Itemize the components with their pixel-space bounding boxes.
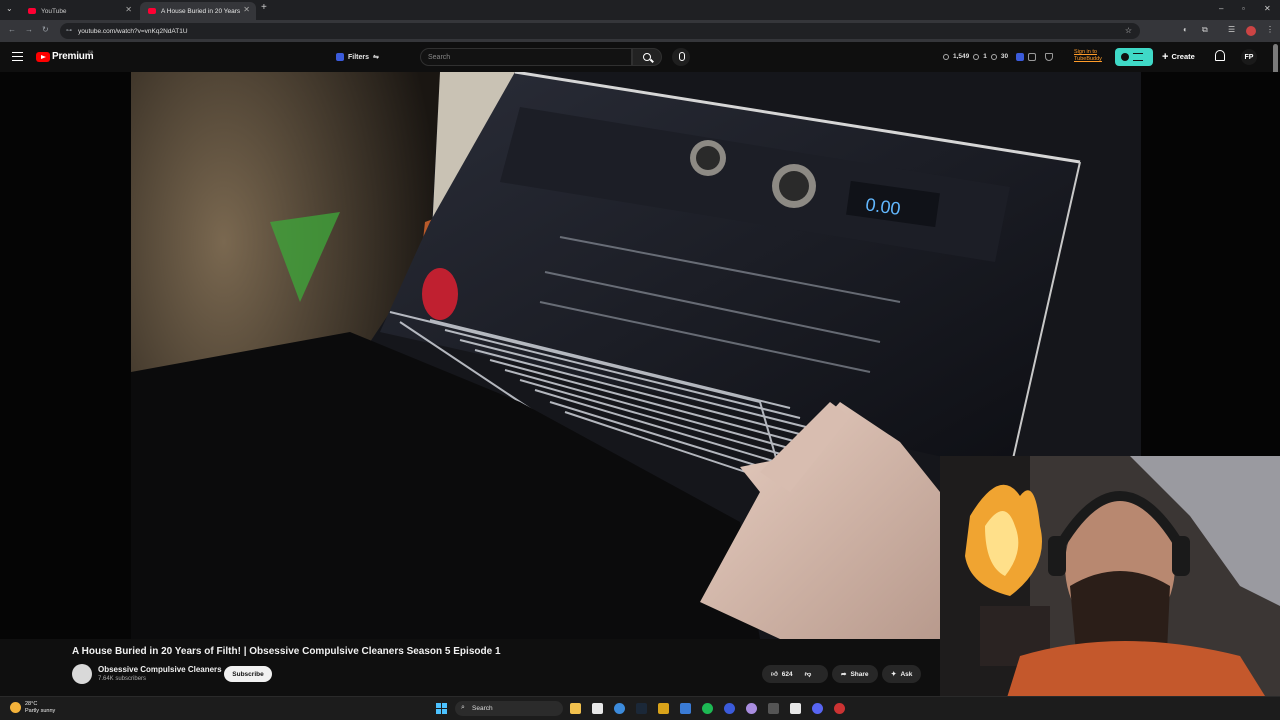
tab-youtube[interactable]: YouTube ✕ (20, 2, 138, 20)
stat-three: 30 (1000, 53, 1009, 60)
stat-watched: 1,549 (953, 53, 970, 60)
spotify-icon[interactable] (702, 703, 713, 714)
back-icon[interactable]: ← (8, 25, 16, 34)
shield-icon[interactable] (1045, 53, 1053, 61)
tubebuddy-signin-link[interactable]: Sign in to TubeBuddy (1074, 49, 1102, 63)
search-icon (643, 53, 651, 61)
search-placeholder: Search (428, 53, 451, 61)
thumbs-down-icon[interactable]: 👎︎ (805, 670, 812, 678)
tab-video[interactable]: A House Buried in 20 Years ✕ (140, 2, 256, 20)
site-info-icon[interactable]: ⊶ (66, 27, 72, 34)
tab-list-icon[interactable]: ⌄ (6, 4, 13, 13)
discord-icon[interactable] (812, 703, 823, 714)
share-label: Share (850, 670, 869, 678)
file-explorer-icon[interactable] (570, 703, 581, 714)
app-icon-red[interactable] (834, 703, 845, 714)
ask-button[interactable]: ✦ Ask (882, 665, 922, 683)
weather-condition: Partly sunny (25, 707, 56, 714)
app-icon-blue[interactable] (724, 703, 735, 714)
signin-line-1: Sign in to (1074, 49, 1097, 55)
account-avatar[interactable]: FP (1241, 49, 1257, 65)
taskbar-search-label: Search (472, 705, 493, 712)
profile-avatar[interactable] (1246, 26, 1256, 36)
maximize-icon[interactable]: ▫ (1242, 4, 1245, 13)
signin-line-2: TubeBuddy (1074, 56, 1102, 62)
youtube-logo-icon[interactable] (36, 52, 50, 62)
plus-icon: + (1162, 51, 1169, 63)
start-button-icon[interactable] (436, 703, 447, 714)
voice-search-button[interactable] (672, 48, 690, 66)
url-field[interactable]: ⊶ youtube.com/watch?v=vnKq2NdAT1U ☆ (60, 23, 1140, 39)
browser-tab-strip: ⌄ YouTube ✕ A House Buried in 20 Years ✕… (0, 0, 1280, 20)
filters-button[interactable]: Filters ⇋ (330, 50, 385, 64)
extensions-icon[interactable]: ⧉ (1202, 25, 1208, 35)
subscribe-button[interactable]: Subscribe (224, 666, 272, 682)
chrome-icon[interactable] (614, 703, 625, 714)
weather-widget[interactable]: 28°C Partly sunny (25, 701, 55, 714)
filters-label: Filters (348, 53, 370, 61)
menu-lines-icon (1133, 53, 1143, 61)
channel-avatar[interactable] (72, 664, 92, 684)
media-icon[interactable]: ◐ (1183, 25, 1188, 34)
app-icon-gray[interactable] (768, 703, 779, 714)
menu-dots-icon[interactable]: ⋮ (1266, 25, 1274, 34)
extension-icon-blue[interactable] (1016, 53, 1024, 61)
clock-icon (943, 53, 949, 60)
like-dislike-group: 👍︎ 624 👎︎ (762, 665, 828, 683)
app-icon-yellow[interactable] (658, 703, 669, 714)
reading-list-icon[interactable]: ☰ (1228, 25, 1235, 34)
webcam-overlay (940, 456, 1280, 720)
sparkle-icon: ✦ (891, 671, 897, 678)
steam-icon[interactable] (636, 703, 647, 714)
like-count[interactable]: 624 (782, 671, 793, 678)
taskbar-search[interactable]: ⌕ Search (455, 701, 563, 716)
create-label: Create (1171, 52, 1195, 61)
ask-label: Ask (900, 670, 913, 678)
store-icon[interactable] (592, 703, 603, 714)
app-icon-purple[interactable] (746, 703, 757, 714)
eye-icon (973, 53, 980, 60)
filters-extension-icon (336, 53, 344, 61)
tab-title: YouTube (41, 7, 67, 15)
channel-name[interactable]: Obsessive Compulsive Cleaners (98, 665, 222, 674)
reload-icon[interactable]: ↻ (42, 25, 49, 34)
eye-off-icon (990, 53, 997, 60)
forward-icon[interactable]: → (25, 25, 33, 34)
youtube-masthead: Premium SA Filters ⇋ Search 1,549 1 30 S… (0, 42, 1280, 72)
sliders-icon: ⇋ (373, 54, 379, 61)
region-code: SA (88, 49, 94, 54)
extension-stats[interactable]: 1,549 1 30 (943, 53, 1008, 60)
create-button[interactable]: + Create (1162, 51, 1195, 63)
url-text: youtube.com/watch?v=vnKq2NdAT1U (78, 27, 188, 35)
share-arrow-icon: ➦ (841, 671, 847, 678)
share-button[interactable]: ➦ Share (832, 665, 878, 683)
tubebuddy-icon (1121, 53, 1129, 61)
subscriber-count: 7.64K subscribers (98, 676, 147, 682)
minimize-icon[interactable]: – (1219, 4, 1223, 13)
webcam-frame (940, 456, 1280, 720)
video-title: A House Buried in 20 Years of Filth! | O… (72, 646, 501, 657)
youtube-favicon-icon (148, 8, 156, 14)
bookmark-star-icon[interactable]: ☆ (1125, 26, 1132, 35)
notifications-bell-icon[interactable] (1215, 50, 1225, 61)
close-window-icon[interactable]: ✕ (1264, 4, 1271, 13)
address-bar-row: ← → ↻ ⊶ youtube.com/watch?v=vnKq2NdAT1U … (0, 20, 1280, 42)
weather-icon[interactable] (10, 702, 21, 713)
tubebuddy-button[interactable] (1115, 48, 1153, 66)
thumbs-up-icon[interactable]: 👍︎ (771, 670, 778, 678)
stat-two: 1 (983, 53, 987, 60)
close-tab-icon[interactable]: ✕ (243, 5, 250, 14)
close-tab-icon[interactable]: ✕ (125, 5, 132, 14)
youtube-favicon-icon (28, 8, 36, 14)
notepad-icon[interactable] (790, 703, 801, 714)
tab-title: A House Buried in 20 Years (161, 7, 241, 15)
search-icon: ⌕ (461, 704, 465, 711)
list-icon[interactable] (1028, 53, 1036, 61)
hamburger-menu-icon[interactable] (12, 52, 23, 61)
windows-taskbar: 28°C Partly sunny ⌕ Search (0, 696, 1280, 720)
search-button[interactable] (632, 48, 662, 66)
search-input[interactable]: Search (420, 48, 632, 66)
photos-icon[interactable] (680, 703, 691, 714)
new-tab-button[interactable]: + (261, 2, 267, 13)
